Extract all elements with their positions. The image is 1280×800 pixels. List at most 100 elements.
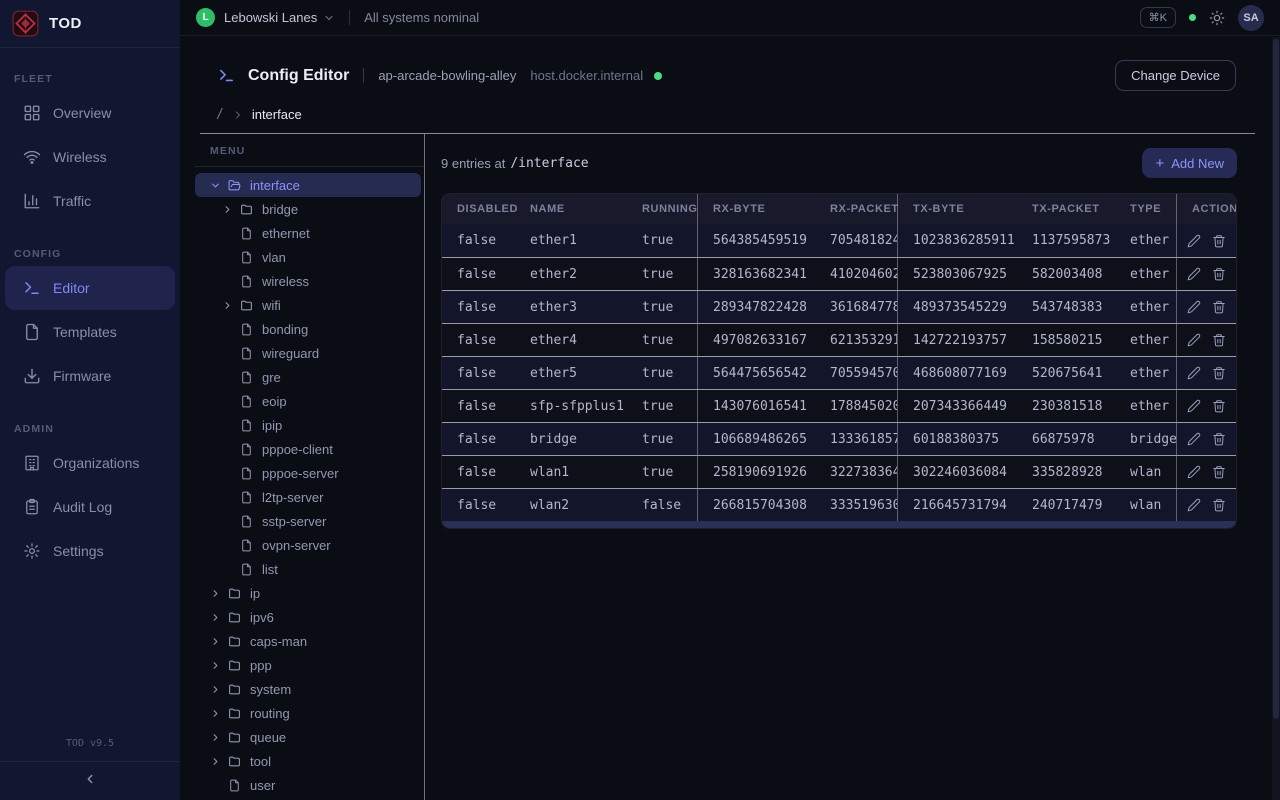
user-avatar[interactable]: SA (1238, 5, 1264, 31)
breadcrumb-root[interactable]: / (216, 107, 224, 122)
edit-icon[interactable] (1187, 300, 1201, 314)
edit-icon[interactable] (1187, 267, 1201, 281)
cell-running: true (627, 432, 697, 447)
tree-item-bridge[interactable]: bridge (195, 197, 421, 221)
sidebar-item-organizations[interactable]: Organizations (5, 441, 175, 485)
tree-item-wireguard[interactable]: wireguard (195, 341, 421, 365)
tree-item-bonding[interactable]: bonding (195, 317, 421, 341)
tree-item-wifi[interactable]: wifi (195, 293, 421, 317)
tree-item-ppp[interactable]: ppp (195, 653, 421, 677)
delete-icon[interactable] (1212, 333, 1226, 347)
tree-item-vlan[interactable]: vlan (195, 245, 421, 269)
tree-item-routing[interactable]: routing (195, 701, 421, 725)
config-tree: interface bridgeethernet vlan wireless wifi b… (195, 173, 424, 800)
delete-icon[interactable] (1212, 267, 1226, 281)
delete-icon[interactable] (1212, 498, 1226, 512)
gear-icon (23, 542, 41, 560)
tree-item-label: caps-man (250, 634, 307, 649)
sidebar-item-firmware[interactable]: Firmware (5, 354, 175, 398)
theme-toggle-sun-icon[interactable] (1209, 10, 1225, 26)
sidebar-item-label: Settings (53, 543, 104, 559)
sidebar-item-audit-log[interactable]: Audit Log (5, 485, 175, 529)
sidebar-item-overview[interactable]: Overview (5, 91, 175, 135)
horizontal-scrollbar-track[interactable] (442, 521, 1236, 528)
tree-item-ipip[interactable]: ipip (195, 413, 421, 437)
device-online-dot (654, 72, 662, 80)
tree-item-user[interactable]: user (195, 773, 421, 797)
tree-item-ethernet[interactable]: ethernet (195, 221, 421, 245)
tree-item-sstp-server[interactable]: sstp-server (195, 509, 421, 533)
sidebar-item-editor[interactable]: Editor (5, 266, 175, 310)
tree-item-pppoe-client[interactable]: pppoe-client (195, 437, 421, 461)
sidebar-item-wireless[interactable]: Wireless (5, 135, 175, 179)
tree-item-caps-man[interactable]: caps-man (195, 629, 421, 653)
tree-item-ovpn-server[interactable]: ovpn-server (195, 533, 421, 557)
chevron-down-icon[interactable] (323, 12, 335, 24)
org-selector[interactable]: Lebowski Lanes (224, 10, 317, 25)
sidebar-nav: FLEETOverviewWirelessTrafficCONFIGEditor… (0, 48, 180, 573)
tree-item-label: vlan (262, 250, 286, 265)
tree-item-eoip[interactable]: eoip (195, 389, 421, 413)
sidebar-item-settings[interactable]: Settings (5, 529, 175, 573)
entries-summary: 9 entries at /interface (441, 156, 589, 171)
tree-item-system[interactable]: system (195, 677, 421, 701)
cell-rx_byte: 564475656542 (697, 357, 815, 389)
tree-item-gre[interactable]: gre (195, 365, 421, 389)
tree-item-list[interactable]: list (195, 557, 421, 581)
sidebar: TOD FLEETOverviewWirelessTrafficCONFIGEd… (0, 0, 180, 800)
cell-name: sfp-sfpplus1 (515, 399, 627, 414)
tree-item-interface[interactable]: interface (195, 173, 421, 197)
cell-rx_byte: 328163682341 (697, 258, 815, 290)
tree-item-label: interface (250, 178, 300, 193)
sidebar-item-templates[interactable]: Templates (5, 310, 175, 354)
sidebar-item-traffic[interactable]: Traffic (5, 179, 175, 223)
vertical-scrollbar-thumb[interactable] (1273, 39, 1279, 719)
cell-type: ether (1115, 366, 1176, 381)
tree-item-tool[interactable]: tool (195, 749, 421, 773)
delete-icon[interactable] (1212, 432, 1226, 446)
chevron-right-icon (210, 732, 228, 743)
change-device-button[interactable]: Change Device (1115, 60, 1236, 91)
org-avatar: L (196, 8, 215, 27)
delete-icon[interactable] (1212, 465, 1226, 479)
cell-rx_packet: 333519630 (815, 498, 897, 513)
cell-tx_packet: 582003408 (1017, 267, 1115, 282)
tree-item-ipv6[interactable]: ipv6 (195, 605, 421, 629)
cell-disabled: false (442, 267, 515, 282)
collapse-sidebar-button[interactable] (83, 772, 97, 786)
cell-tx_byte: 523803067925 (897, 258, 1017, 290)
tree-item-label: tool (250, 754, 271, 769)
edit-icon[interactable] (1187, 366, 1201, 380)
tree-item-pppoe-server[interactable]: pppoe-server (195, 461, 421, 485)
chevron-right-icon (210, 636, 228, 647)
breadcrumb-current[interactable]: interface (252, 107, 302, 122)
column-header-actions: ACTIONS (1176, 194, 1237, 224)
cell-disabled: false (442, 399, 515, 414)
tree-item-label: wifi (262, 298, 281, 313)
tree-item-wireless[interactable]: wireless (195, 269, 421, 293)
command-palette-shortcut[interactable]: ⌘K (1140, 7, 1176, 28)
edit-icon[interactable] (1187, 333, 1201, 347)
tree-item-queue[interactable]: queue (195, 725, 421, 749)
edit-icon[interactable] (1187, 432, 1201, 446)
cell-rx_packet: 361684778 (815, 300, 897, 315)
delete-icon[interactable] (1212, 366, 1226, 380)
cell-rx_byte: 258190691926 (697, 456, 815, 488)
building-icon (23, 454, 41, 472)
delete-icon[interactable] (1212, 399, 1226, 413)
edit-icon[interactable] (1187, 465, 1201, 479)
tree-panel: MENU interfacebridgeethernetvlanwireless… (195, 134, 425, 800)
chevron-right-icon (210, 684, 228, 695)
delete-icon[interactable] (1212, 300, 1226, 314)
brand-logo[interactable]: TOD (0, 0, 180, 48)
tree-item-label: pppoe-server (262, 466, 339, 481)
add-new-button[interactable]: + Add New (1142, 148, 1237, 178)
delete-icon[interactable] (1212, 234, 1226, 248)
edit-icon[interactable] (1187, 498, 1201, 512)
tree-item-ip[interactable]: ip (195, 581, 421, 605)
edit-icon[interactable] (1187, 399, 1201, 413)
edit-icon[interactable] (1187, 234, 1201, 248)
tree-item-l2tp-server[interactable]: l2tp-server (195, 485, 421, 509)
chevron-right-icon (210, 660, 228, 671)
horizontal-scrollbar-thumb[interactable] (442, 521, 1236, 528)
